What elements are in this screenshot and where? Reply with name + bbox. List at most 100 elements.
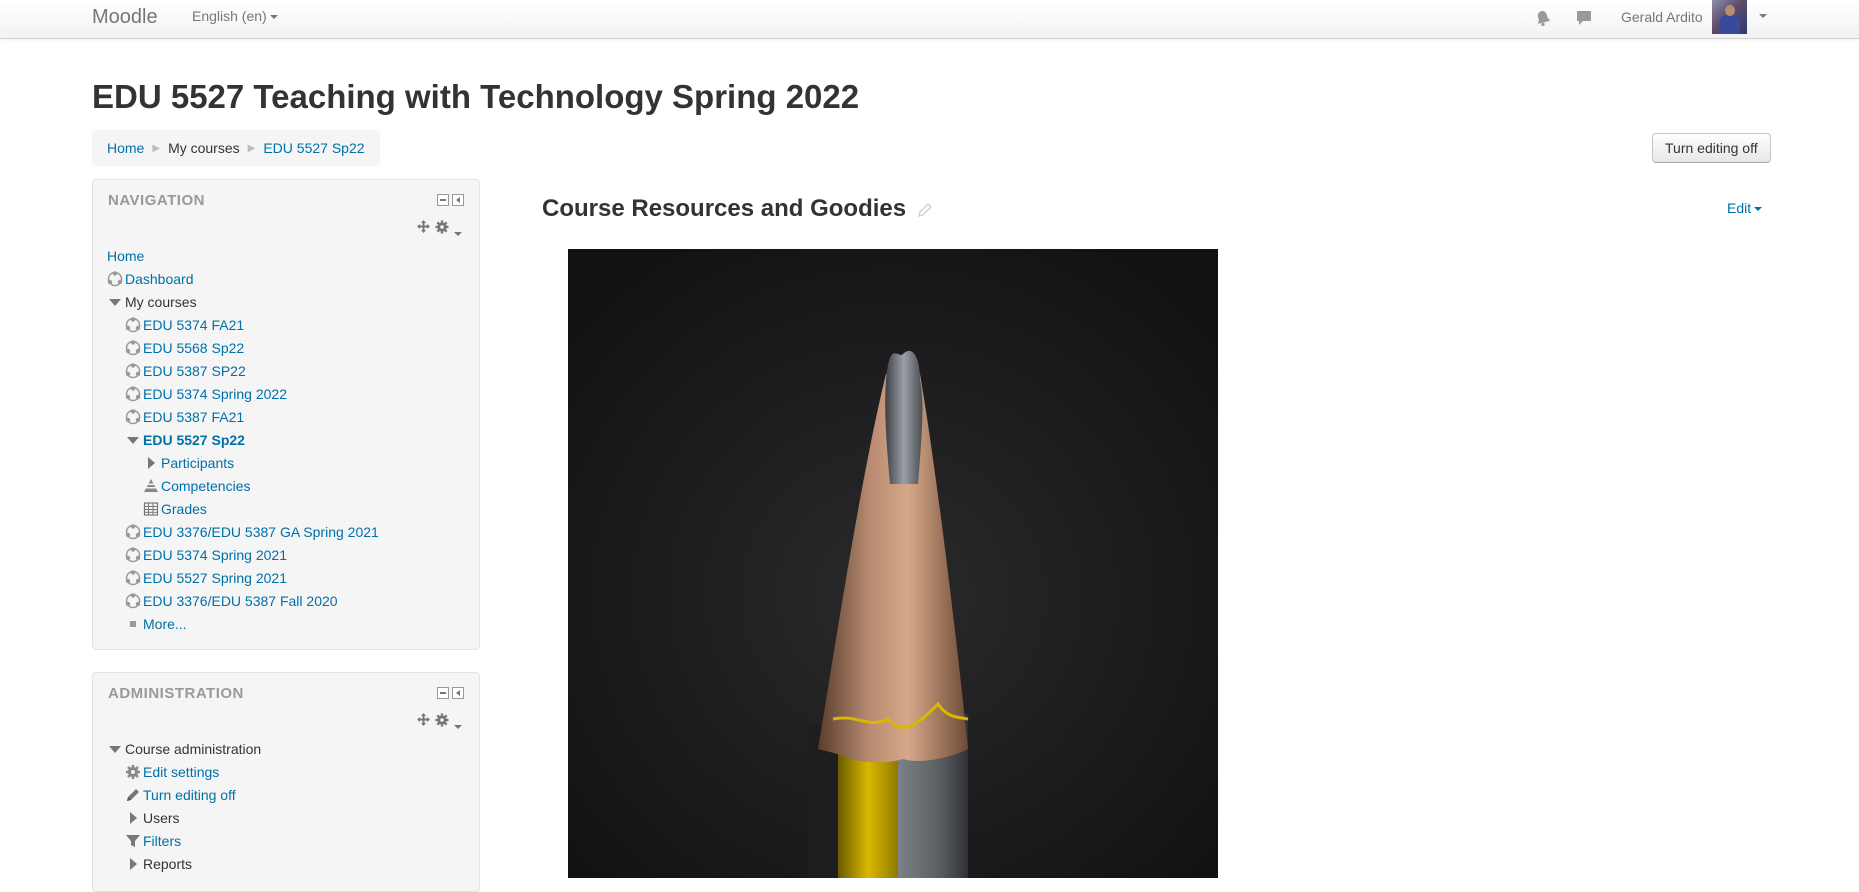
dock-block-icon[interactable]: [452, 194, 464, 206]
grades-table-icon: [143, 502, 159, 516]
hide-block-icon[interactable]: [437, 687, 449, 699]
nav-participants-link[interactable]: Participants: [161, 455, 234, 471]
filter-icon: [126, 835, 140, 847]
nav-item-home[interactable]: Home: [107, 246, 144, 266]
nav-course-item[interactable]: EDU 5527 Spring 2021: [125, 568, 287, 588]
nav-item-participants[interactable]: Participants: [143, 453, 234, 473]
expanded-triangle-icon: [107, 294, 123, 310]
admin-item-reports[interactable]: Reports: [125, 854, 192, 874]
expanded-triangle-icon: [107, 741, 123, 757]
course-node-icon: [125, 340, 141, 356]
nav-item-dashboard[interactable]: Dashboard: [107, 269, 194, 289]
edit-title-pencil-icon[interactable]: [917, 202, 933, 218]
nav-course-item[interactable]: EDU 5374 Spring 2022: [125, 384, 287, 404]
top-navbar: Moodle English (en) Gerald Ardito: [0, 0, 1859, 39]
administration-block-title: ADMINISTRATION: [108, 685, 244, 702]
nav-current-course-item[interactable]: EDU 5527 Sp22: [125, 430, 245, 450]
gear-icon[interactable]: [435, 220, 449, 234]
user-name[interactable]: Gerald Ardito: [1621, 9, 1703, 25]
move-icon[interactable]: [417, 220, 430, 233]
nav-course-link[interactable]: EDU 5387 FA21: [143, 409, 244, 425]
nav-more-link[interactable]: More...: [143, 616, 187, 632]
nav-grades-link[interactable]: Grades: [161, 501, 207, 517]
admin-item-edit-settings[interactable]: Edit settings: [125, 762, 219, 782]
admin-item-filters[interactable]: Filters: [125, 831, 181, 851]
nav-course-item[interactable]: EDU 5374 Spring 2021: [125, 545, 287, 565]
chevron-down-icon[interactable]: [451, 718, 462, 734]
breadcrumb-my-courses: My courses: [168, 140, 240, 156]
nav-current-course-link[interactable]: EDU 5527 Sp22: [143, 432, 245, 448]
collapsed-triangle-icon: [143, 455, 159, 471]
admin-item-users[interactable]: Users: [125, 808, 180, 828]
messages-icon[interactable]: [1575, 9, 1593, 27]
notifications-bell-icon[interactable]: [1534, 9, 1552, 27]
admin-item-course-administration[interactable]: Course administration: [107, 739, 261, 759]
nav-course-item[interactable]: EDU 3376/EDU 5387 GA Spring 2021: [125, 522, 379, 542]
course-node-icon: [125, 547, 141, 563]
chevron-down-icon[interactable]: [451, 225, 462, 241]
language-menu[interactable]: English (en): [192, 8, 278, 24]
turn-editing-off-button[interactable]: Turn editing off: [1652, 133, 1771, 163]
move-icon[interactable]: [417, 713, 430, 726]
admin-edit-settings-link[interactable]: Edit settings: [143, 764, 219, 780]
administration-block: ADMINISTRATION Course administration Edi…: [92, 672, 480, 892]
competencies-icon: [144, 479, 158, 492]
navigation-block-title: NAVIGATION: [108, 192, 205, 209]
nav-course-link[interactable]: EDU 5568 Sp22: [143, 340, 244, 356]
collapsed-triangle-icon: [125, 856, 141, 872]
nav-course-link[interactable]: EDU 5374 FA21: [143, 317, 244, 333]
breadcrumb-separator-icon: ▶: [152, 142, 161, 154]
breadcrumb-course[interactable]: EDU 5527 Sp22: [263, 140, 364, 156]
breadcrumb-home[interactable]: Home: [107, 140, 144, 156]
language-label: English (en): [192, 8, 267, 24]
edit-menu-label: Edit: [1727, 200, 1752, 216]
nav-item-competencies[interactable]: Competencies: [143, 476, 251, 496]
breadcrumb-separator-icon: ▶: [247, 142, 256, 154]
nav-home-link[interactable]: Home: [107, 248, 144, 264]
avatar-body: [1720, 15, 1740, 34]
nav-item-my-courses[interactable]: My courses: [107, 292, 197, 312]
admin-users-label: Users: [143, 810, 180, 826]
pencil-icon: [127, 789, 139, 801]
avatar[interactable]: [1712, 0, 1747, 34]
course-node-icon: [125, 317, 141, 333]
nav-item-grades[interactable]: Grades: [143, 499, 207, 519]
avatar-face: [1725, 5, 1735, 16]
nav-dashboard-link[interactable]: Dashboard: [125, 271, 194, 287]
nav-course-link[interactable]: EDU 5374 Spring 2022: [143, 386, 287, 402]
navigation-block: NAVIGATION Home Dashboard My courses EDU…: [92, 179, 480, 650]
nav-course-link[interactable]: EDU 3376/EDU 5387 Fall 2020: [143, 593, 338, 609]
user-menu-chevron-down-icon[interactable]: [1759, 14, 1767, 18]
admin-reports-label: Reports: [143, 856, 193, 872]
admin-course-admin-label: Course administration: [125, 741, 262, 757]
nav-course-link[interactable]: EDU 5387 SP22: [143, 363, 246, 379]
course-node-icon: [125, 386, 141, 402]
nav-course-link[interactable]: EDU 5374 Spring 2021: [143, 547, 287, 563]
nav-my-courses-label: My courses: [125, 294, 197, 310]
hide-block-icon[interactable]: [437, 194, 449, 206]
dock-block-icon[interactable]: [452, 687, 464, 699]
nav-course-item[interactable]: EDU 5374 FA21: [125, 315, 244, 335]
site-brand[interactable]: Moodle: [92, 6, 158, 29]
nav-course-item[interactable]: EDU 5387 SP22: [125, 361, 246, 381]
gear-icon[interactable]: [435, 713, 449, 727]
admin-item-turn-editing-off[interactable]: Turn editing off: [125, 785, 236, 805]
nav-course-item[interactable]: EDU 3376/EDU 5387 Fall 2020: [125, 591, 338, 611]
pencil-tip-image: [568, 249, 1218, 878]
nav-course-item[interactable]: EDU 5387 FA21: [125, 407, 244, 427]
gear-icon: [126, 765, 140, 779]
nav-course-link[interactable]: EDU 3376/EDU 5387 GA Spring 2021: [143, 524, 379, 540]
nav-competencies-link[interactable]: Competencies: [161, 478, 251, 494]
admin-filters-link[interactable]: Filters: [143, 833, 181, 849]
section-title: Course Resources and Goodies: [542, 195, 907, 222]
nav-course-item[interactable]: EDU 5568 Sp22: [125, 338, 244, 358]
course-node-icon: [125, 409, 141, 425]
course-node-icon: [125, 363, 141, 379]
nav-item-more[interactable]: More...: [125, 614, 187, 634]
admin-turn-editing-off-link[interactable]: Turn editing off: [143, 787, 236, 803]
course-node-icon: [125, 570, 141, 586]
section-edit-menu[interactable]: Edit: [1727, 200, 1763, 216]
page-title: EDU 5527 Teaching with Technology Spring…: [92, 78, 860, 115]
nav-course-link[interactable]: EDU 5527 Spring 2021: [143, 570, 287, 586]
course-node-icon: [107, 271, 123, 287]
